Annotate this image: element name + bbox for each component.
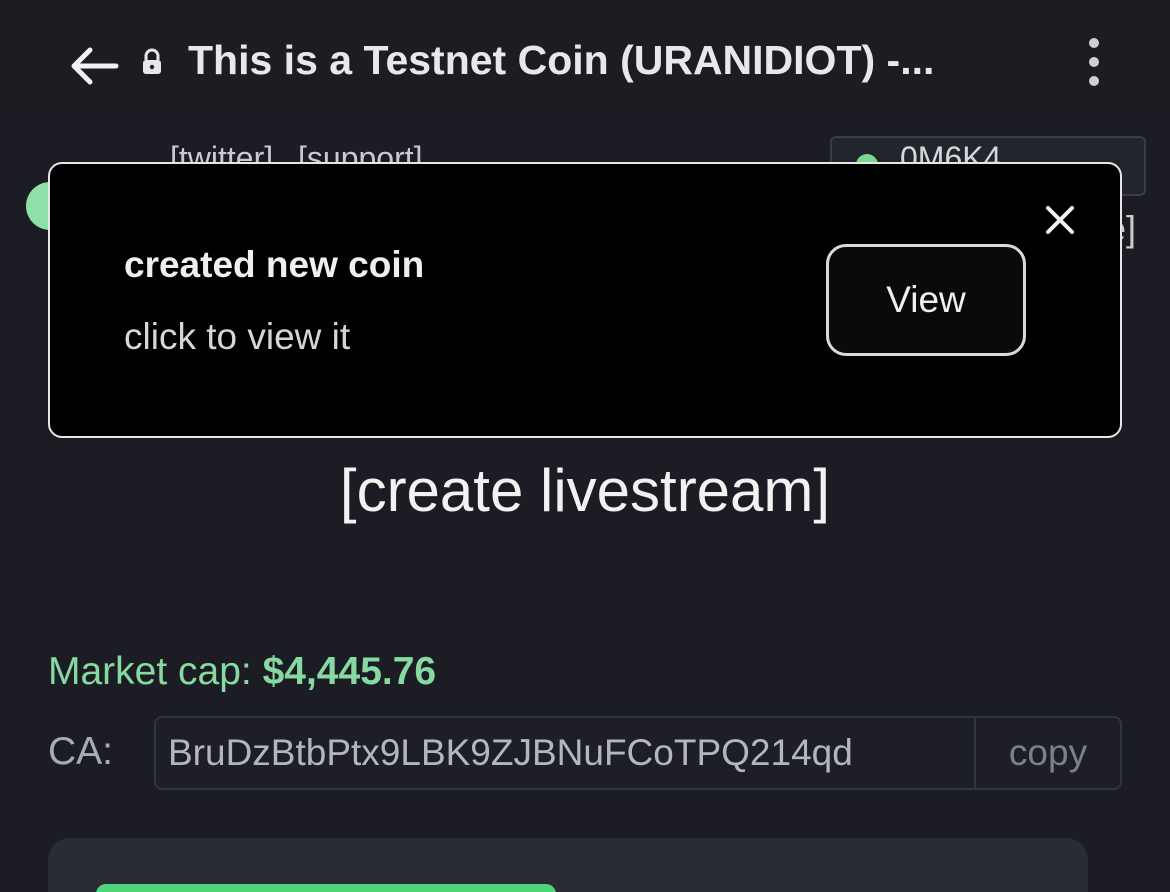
market-cap-label: Market cap:	[48, 650, 252, 693]
market-cap: Market cap: $4,445.76	[48, 650, 436, 694]
close-icon	[1046, 206, 1074, 234]
create-livestream-link[interactable]: [create livestream]	[0, 456, 1170, 525]
close-button[interactable]	[1040, 200, 1080, 240]
page: This is a Testnet Coin (URANIDIOT) -... …	[0, 0, 1170, 892]
market-cap-value: $4,445.76	[262, 650, 437, 693]
lock-icon	[143, 48, 161, 74]
back-button[interactable]	[66, 40, 122, 92]
ca-label: CA:	[48, 730, 114, 773]
browser-toolbar: This is a Testnet Coin (URANIDIOT) -...	[0, 0, 1170, 118]
toast-title: created new coin	[124, 244, 425, 285]
arrow-left-icon	[71, 47, 119, 85]
buy-tab-button[interactable]	[96, 884, 556, 892]
view-button[interactable]: View	[826, 244, 1026, 356]
page-title: This is a Testnet Coin (URANIDIOT) -...	[188, 37, 935, 83]
kebab-menu-icon[interactable]	[1076, 34, 1112, 90]
copy-button[interactable]: copy	[976, 718, 1120, 788]
contract-address-value[interactable]: BruDzBtbPtx9LBK9ZJBNuFCoTPQ214qd	[168, 732, 853, 774]
toast-description: click to view it	[124, 316, 351, 357]
